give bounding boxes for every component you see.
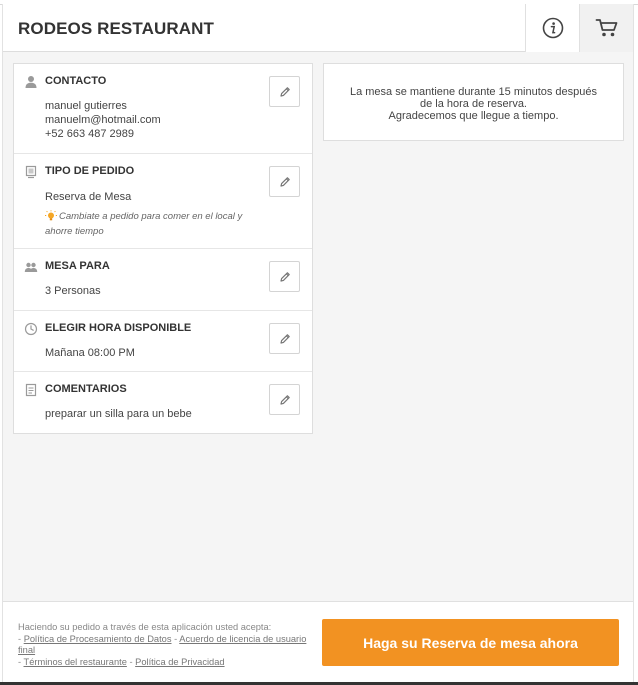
edit-contact-button[interactable] — [269, 76, 300, 107]
order-type-section: TIPO DE PEDIDO Reserva de Mesa Cambiate … — [14, 154, 312, 249]
legal-separator: - — [126, 656, 136, 667]
note-icon — [25, 383, 37, 397]
time-title: ELEGIR HORA DISPONIBLE — [45, 322, 192, 334]
comments-section: COMENTARIOS preparar un silla para un be… — [14, 372, 312, 433]
cart-button[interactable] — [579, 4, 633, 52]
privacy-policy-link[interactable]: Política de Privacidad — [135, 657, 224, 667]
info-icon — [542, 17, 563, 39]
edit-order-type-button[interactable] — [269, 166, 300, 197]
device-icon — [25, 165, 37, 179]
contact-section: CONTACTO manuel gutierres manuelm@hotmai… — [14, 64, 312, 154]
notice-line-2: de la hora de reserva. — [419, 98, 527, 110]
clock-icon — [24, 322, 38, 336]
app-frame: RODEOS RESTAURANT CONTACTO manuel gutier… — [2, 4, 634, 683]
legal-notice: Haciendo su pedido a través de esta apli… — [18, 622, 318, 668]
contact-name: manuel gutierres — [45, 100, 127, 112]
restaurant-title: RODEOS RESTAURANT — [18, 19, 214, 38]
order-type-title: TIPO DE PEDIDO — [45, 165, 135, 177]
switch-order-tip[interactable]: Cambiate a pedido para comer en el local… — [45, 209, 260, 239]
place-reservation-button[interactable]: Haga su Reserva de mesa ahora — [322, 619, 619, 666]
pencil-icon — [279, 176, 290, 187]
order-details-card: CONTACTO manuel gutierres manuelm@hotmai… — [13, 63, 313, 434]
comments-title: COMENTARIOS — [45, 383, 127, 395]
table-section: MESA PARA 3 Personas — [14, 249, 312, 311]
notice-line-1: La mesa se mantiene durante 15 minutos d… — [349, 86, 598, 98]
edit-time-button[interactable] — [269, 323, 300, 354]
checkout-footer: Haciendo su pedido a través de esta apli… — [3, 601, 633, 683]
edit-table-button[interactable] — [269, 261, 300, 292]
notice-line-3: Agradecemos que llegue a tiempo. — [388, 110, 559, 122]
time-section: ELEGIR HORA DISPONIBLE Mañana 08:00 PM — [14, 311, 312, 372]
app-header: RODEOS RESTAURANT — [3, 4, 633, 52]
order-type-value: Reserva de Mesa — [45, 191, 132, 203]
pencil-icon — [279, 394, 290, 405]
comments-value: preparar un silla para un bebe — [45, 408, 192, 420]
pencil-icon — [279, 86, 290, 97]
pencil-icon — [279, 333, 290, 344]
people-icon — [24, 262, 38, 272]
restaurant-terms-link[interactable]: Términos del restaurante — [24, 657, 127, 667]
info-button[interactable] — [525, 4, 579, 52]
contact-email: manuelm@hotmail.com — [45, 114, 161, 126]
table-value: 3 Personas — [45, 285, 101, 297]
contact-phone: +52 663 487 2989 — [45, 128, 135, 140]
data-privacy-link[interactable]: Política de Procesamiento de Datos — [24, 634, 172, 644]
reservation-notice: La mesa se mantiene durante 15 minutos d… — [323, 63, 624, 141]
cart-icon — [595, 19, 617, 37]
table-title: MESA PARA — [45, 260, 110, 272]
time-value: Mañana 08:00 PM — [45, 347, 135, 359]
person-icon — [25, 76, 37, 88]
pencil-icon — [279, 271, 290, 282]
contact-title: CONTACTO — [45, 75, 107, 87]
legal-intro: Haciendo su pedido a través de esta apli… — [18, 622, 272, 632]
edit-comments-button[interactable] — [269, 384, 300, 415]
